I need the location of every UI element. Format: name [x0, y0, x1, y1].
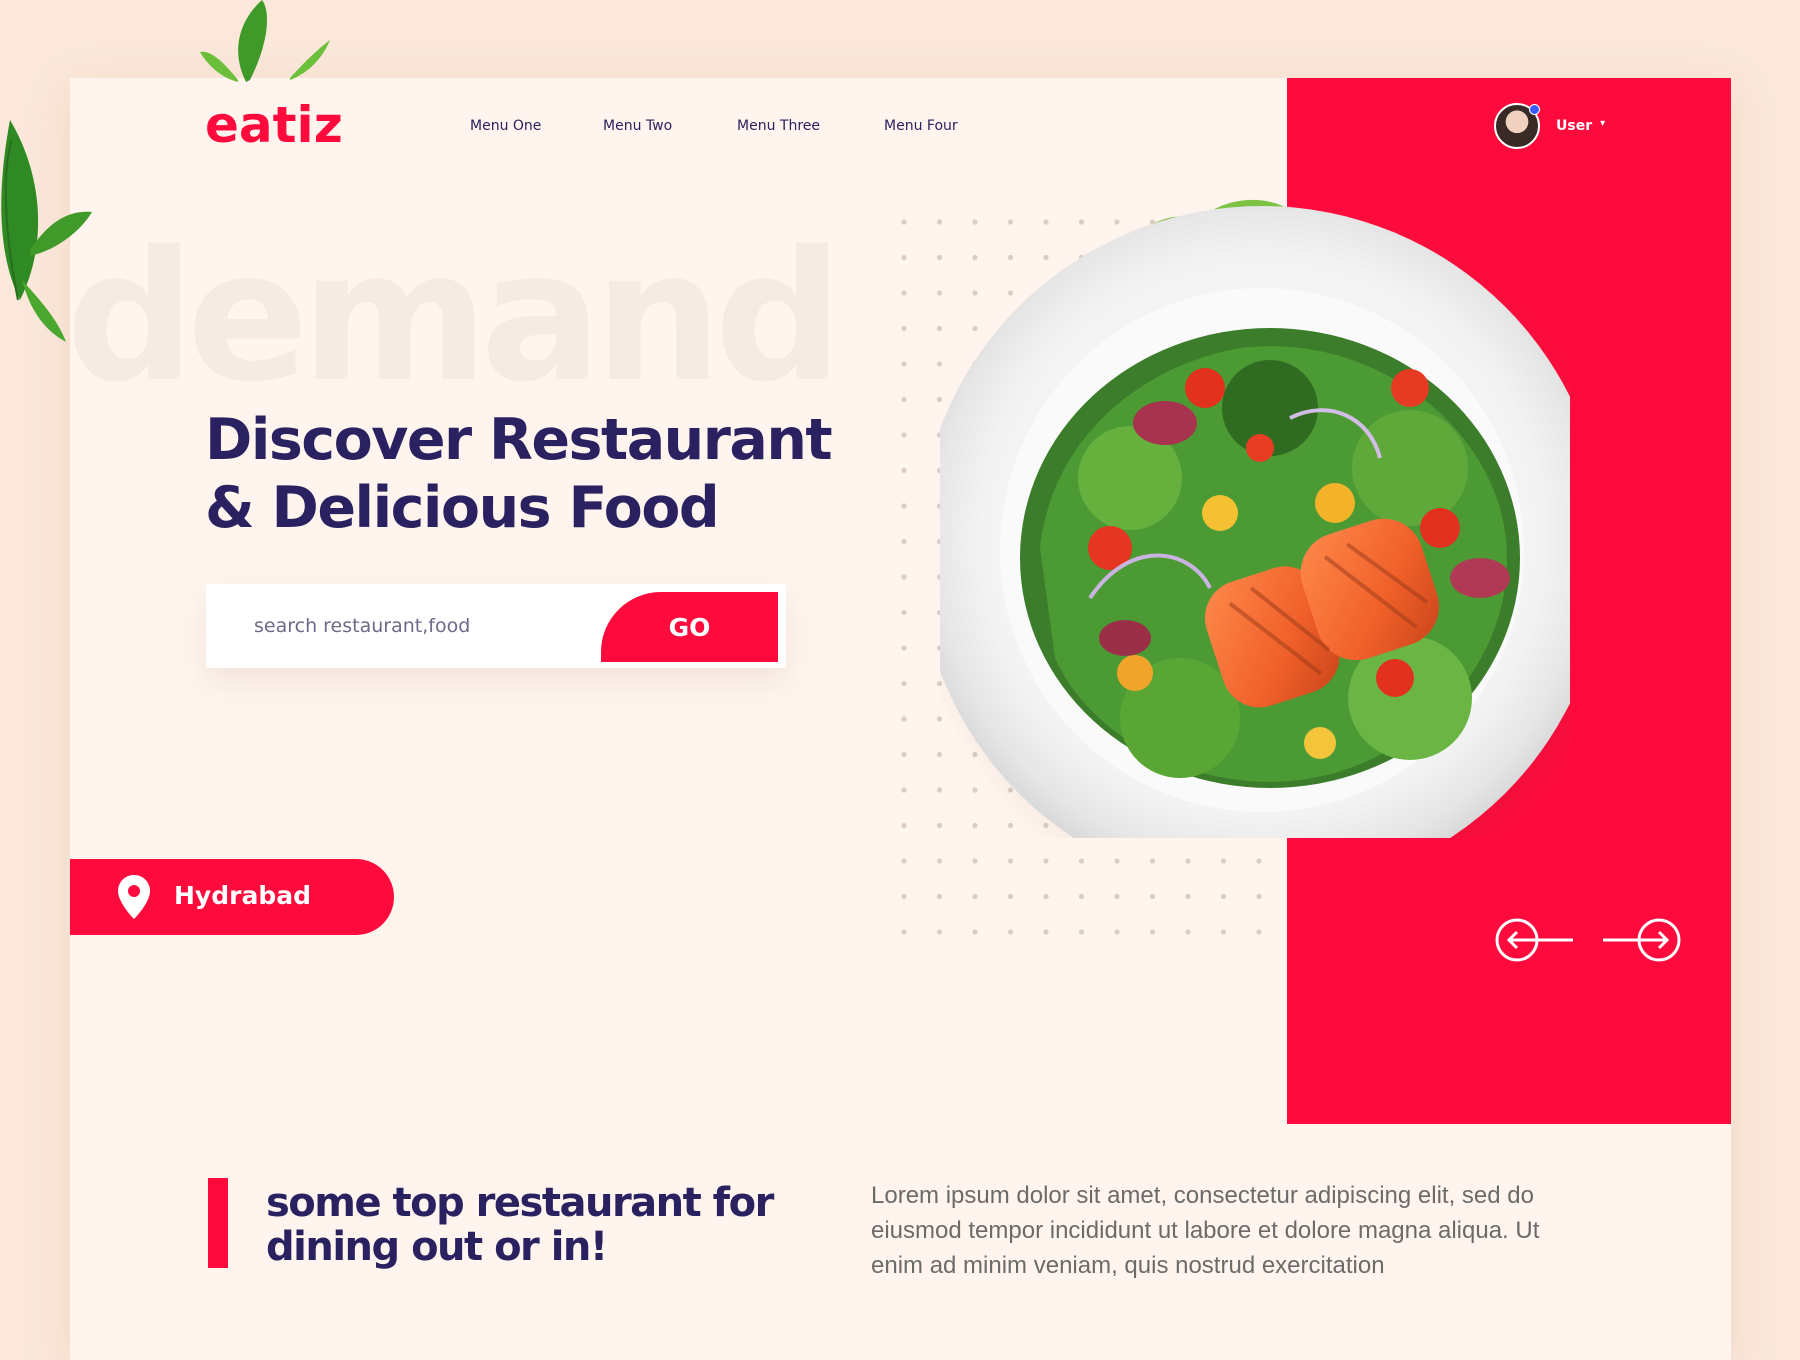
- landing-card: eatiz Menu One Menu Two Menu Three Menu …: [70, 78, 1731, 1360]
- caret-down-icon[interactable]: ▾: [1600, 118, 1605, 129]
- arrow-left-circle-icon[interactable]: [1495, 916, 1575, 964]
- location-selector[interactable]: Hydrabad: [70, 859, 394, 935]
- arrow-right-circle-icon[interactable]: [1601, 916, 1681, 964]
- hero-title-line-2: & Delicious Food: [205, 475, 720, 541]
- section-accent-bar: [208, 1178, 228, 1268]
- section-title-line-1: some top restaurant for: [266, 1180, 774, 1226]
- section-title: some top restaurant for dining out or in…: [266, 1180, 774, 1270]
- search-input[interactable]: [206, 584, 586, 668]
- hero-title: Discover Restaurant & Delicious Food: [205, 406, 833, 542]
- nav-item-menu-two[interactable]: Menu Two: [603, 118, 672, 134]
- search-box: GO: [206, 584, 786, 668]
- hero-background-word: demand: [70, 213, 843, 422]
- map-pin-icon: [118, 875, 150, 919]
- nav-item-menu-one[interactable]: Menu One: [470, 118, 541, 134]
- location-label: Hydrabad: [174, 881, 311, 910]
- go-button[interactable]: GO: [601, 592, 778, 662]
- section-body-text: Lorem ipsum dolor sit amet, consectetur …: [871, 1182, 1540, 1279]
- online-status-dot: [1529, 104, 1540, 115]
- section-title-line-2: dining out or in!: [266, 1224, 608, 1270]
- nav-item-menu-three[interactable]: Menu Three: [737, 118, 820, 134]
- brand-logo[interactable]: eatiz: [205, 96, 343, 154]
- hero-title-line-1: Discover Restaurant: [205, 407, 833, 473]
- salmon-salad-plate-image: [940, 198, 1570, 838]
